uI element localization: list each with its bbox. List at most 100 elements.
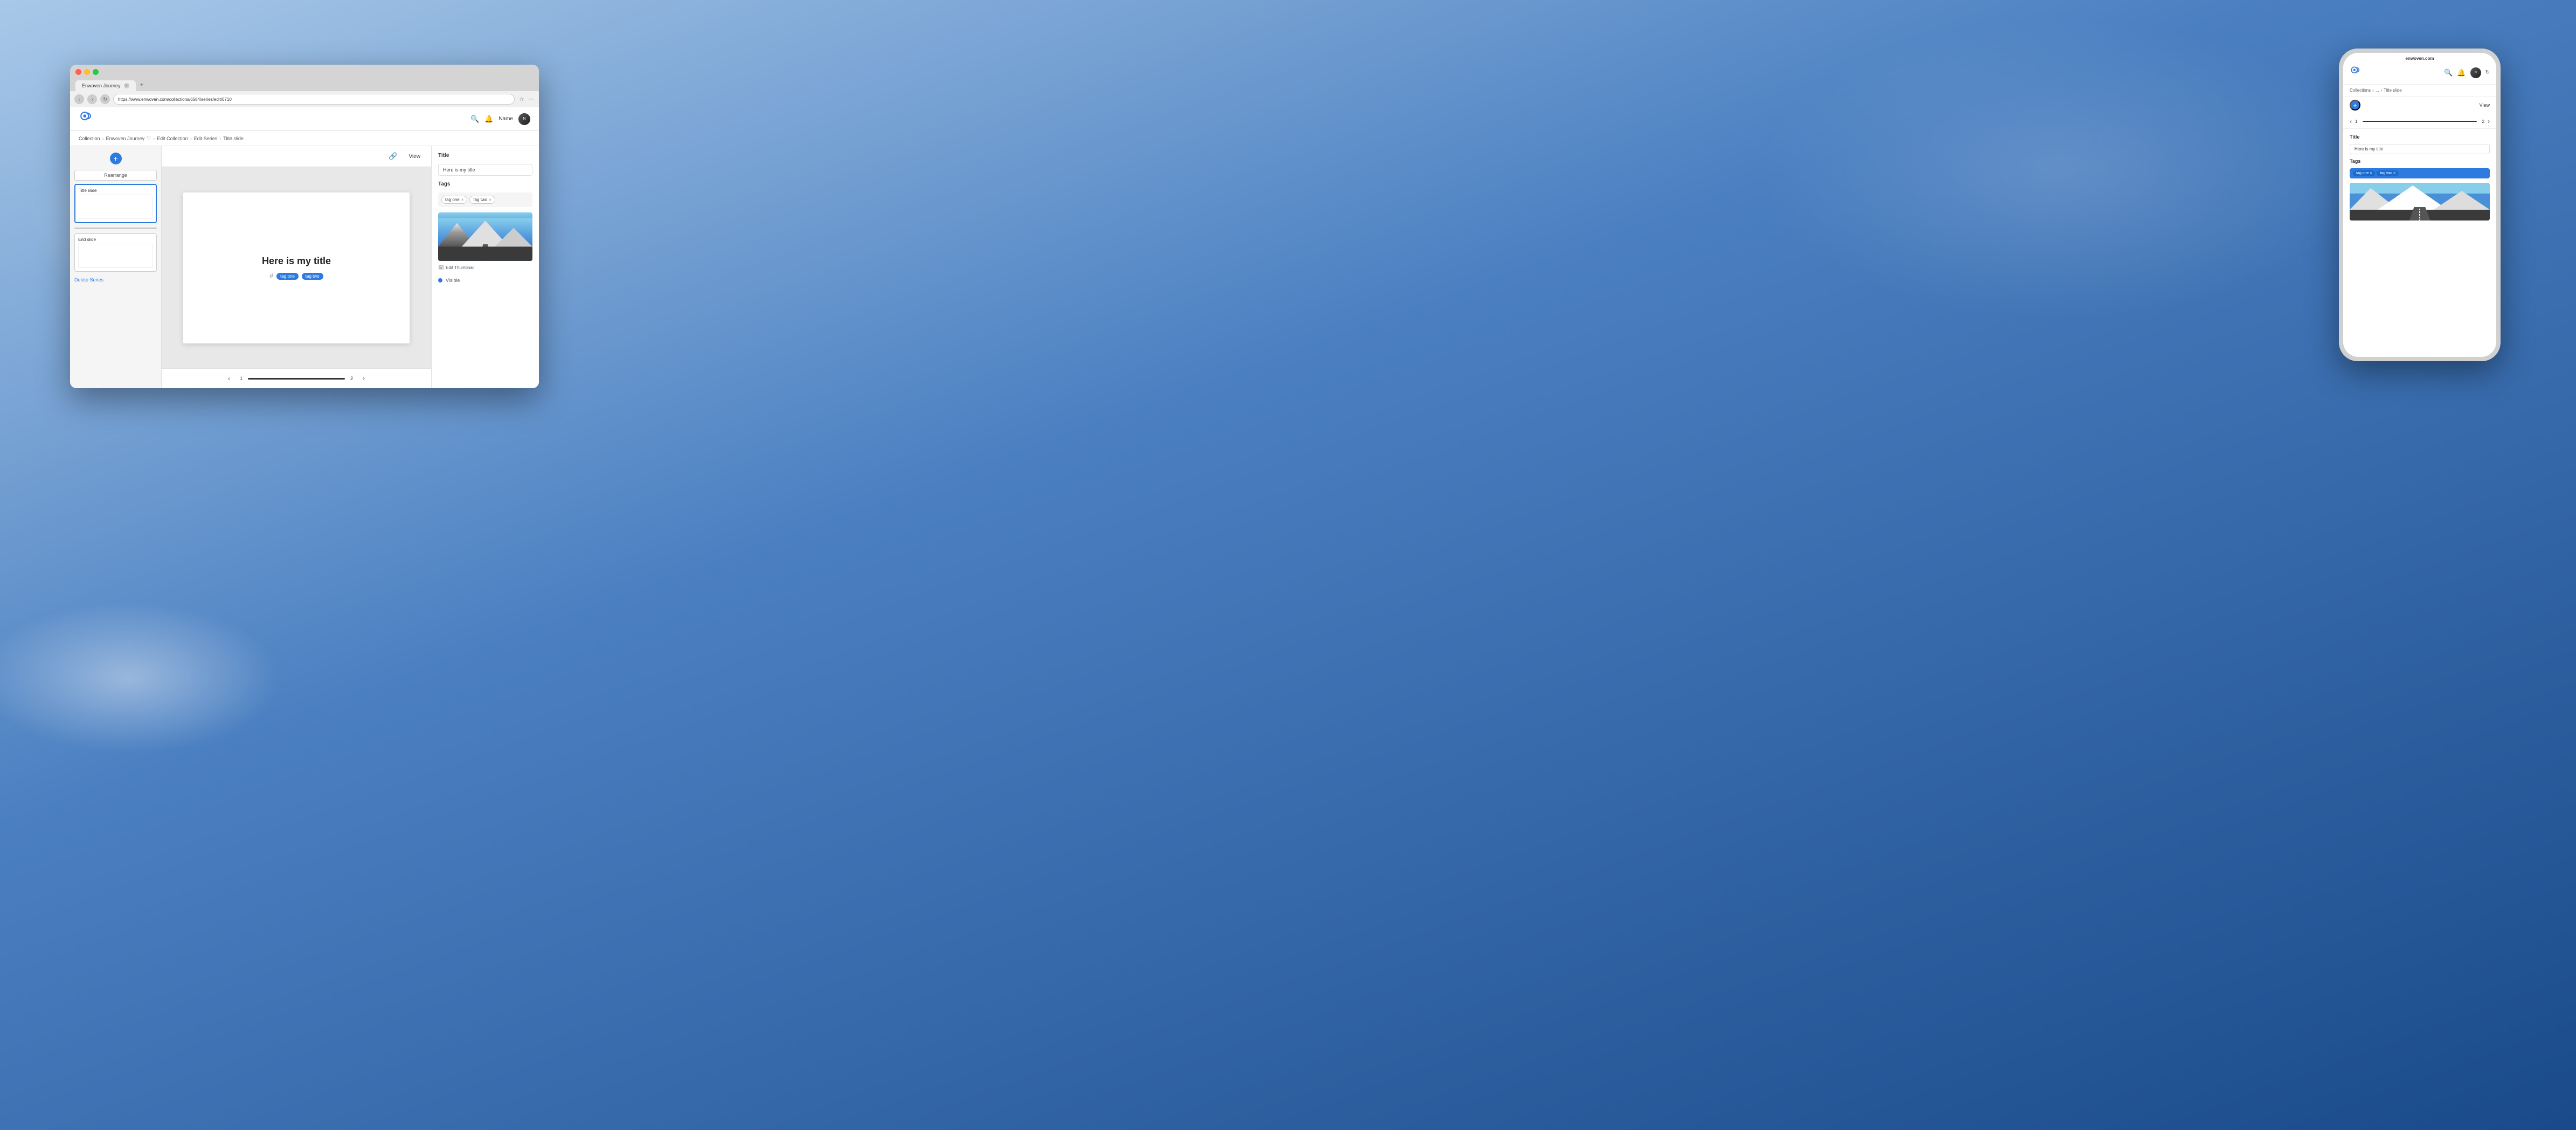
delete-series-link[interactable]: Delete Series xyxy=(74,275,157,285)
slide-tag-2: tag two xyxy=(302,273,323,280)
phone-tag-2: tag two × xyxy=(2377,170,2399,176)
canvas-toolbar: 🔗 View xyxy=(162,146,431,167)
tag-2-remove[interactable]: × xyxy=(489,197,491,202)
address-bar[interactable]: https://www.enwoven.com/collections/6584… xyxy=(113,94,515,105)
breadcrumb-edit-series[interactable]: Edit Series xyxy=(194,136,218,141)
link-icon-btn[interactable]: 🔗 xyxy=(386,149,400,163)
bookmark-icon[interactable]: ☆ xyxy=(518,95,525,103)
breadcrumb-collection[interactable]: Collection xyxy=(79,136,100,141)
user-name: Name xyxy=(498,116,513,122)
bell-icon[interactable]: 🔔 xyxy=(484,115,493,123)
phone-breadcrumb: Collections › ... › Title slide xyxy=(2343,85,2496,97)
user-avatar: N xyxy=(518,113,530,125)
canvas-area: 🔗 View Here is my title # tag one tag tw… xyxy=(162,146,431,388)
slide-tag-1: tag one xyxy=(276,273,299,280)
breadcrumb-sep-4: › xyxy=(219,136,221,141)
phone-inner: enwoven.com 🔍 🔔 N ↻ Collections › ... xyxy=(2343,53,2496,357)
phone-title-input[interactable] xyxy=(2350,144,2490,154)
phone-thumbnail xyxy=(2350,183,2490,221)
browser-tab-active[interactable]: Enwoven Journey × xyxy=(75,80,136,91)
phone-breadcrumb-ellipsis: ... xyxy=(2376,88,2379,93)
phone-breadcrumb-collections[interactable]: Collections xyxy=(2350,88,2371,93)
image-icon: 🖼 xyxy=(438,265,444,270)
hash-icon: # xyxy=(269,272,273,280)
breadcrumb-edit-collection[interactable]: Edit Collection xyxy=(157,136,188,141)
forward-btn[interactable]: › xyxy=(87,94,97,104)
tag-1-text: tag one xyxy=(445,197,460,202)
toolbar-icons: ☆ ⋯ xyxy=(518,95,535,103)
phone-search-icon[interactable]: 🔍 xyxy=(2444,68,2453,77)
dot-minimize[interactable] xyxy=(84,69,90,75)
breadcrumb-title-slide[interactable]: Title slide xyxy=(223,136,244,141)
slide-scrollbar xyxy=(74,228,157,229)
tab-close-btn[interactable]: × xyxy=(124,83,129,88)
edit-thumbnail-btn[interactable]: 🖼 Edit Thumbnail xyxy=(438,263,532,272)
tag-1-remove[interactable]: × xyxy=(461,197,464,202)
phone-add-btn[interactable]: + xyxy=(2350,100,2360,111)
next-page-btn[interactable]: › xyxy=(358,373,369,384)
visible-dot xyxy=(438,278,442,282)
breadcrumb-sep-3: › xyxy=(190,136,192,141)
add-slide-button[interactable]: + xyxy=(110,153,122,164)
browser-chrome: Enwoven Journey × + xyxy=(70,65,539,91)
slide-title: Here is my title xyxy=(262,256,331,267)
canvas-main: Here is my title # tag one tag two xyxy=(162,167,431,368)
app-content: 🔍 🔔 Name N Collection › Enwoven Journey … xyxy=(70,107,539,388)
phone-logo xyxy=(2350,65,2362,80)
slide-2-thumbnail xyxy=(78,244,153,268)
rearrange-button[interactable]: Rearrange xyxy=(74,170,157,181)
tags-container: tag one × tag two × xyxy=(438,192,532,207)
breadcrumb-sep-2: › xyxy=(153,136,155,141)
slide-canvas: Here is my title # tag one tag two xyxy=(183,192,410,343)
app-logo xyxy=(79,110,94,128)
slide-1-label: Title slide xyxy=(79,188,153,193)
breadcrumb-enwoven-journey[interactable]: Enwoven Journey xyxy=(106,136,145,141)
breadcrumb: Collection › Enwoven Journey ♡ › Edit Co… xyxy=(70,131,539,146)
phone-tag-2-text: tag two xyxy=(2380,171,2392,175)
url-text: https://www.enwoven.com/collections/6584… xyxy=(118,97,232,102)
dot-maximize[interactable] xyxy=(93,69,99,75)
phone-tag-2-remove[interactable]: × xyxy=(2393,171,2395,175)
prev-page-btn[interactable]: ‹ xyxy=(224,373,234,384)
heart-icon: ♡ xyxy=(147,135,151,141)
phone-tags-label: Tags xyxy=(2350,159,2490,164)
tab-title: Enwoven Journey xyxy=(82,83,121,88)
tag-chip-1: tag one × xyxy=(441,196,467,204)
title-input[interactable] xyxy=(438,164,532,176)
phone-refresh-icon[interactable]: ↻ xyxy=(2485,70,2490,75)
title-section-label: Title xyxy=(438,153,532,159)
slide-item-1[interactable]: Title slide 1 xyxy=(74,184,157,223)
browser-toolbar: ‹ › ↻ https://www.enwoven.com/collection… xyxy=(70,91,539,107)
phone-prev-btn[interactable]: ‹ xyxy=(2350,118,2352,125)
browser-dots xyxy=(75,69,534,75)
phone-header: 🔍 🔔 N ↻ xyxy=(2343,63,2496,85)
tags-section-label: Tags xyxy=(438,181,532,187)
phone-tag-1-remove[interactable]: × xyxy=(2370,171,2372,175)
phone-tag-1: tag one × xyxy=(2353,170,2375,176)
dot-close[interactable] xyxy=(75,69,81,75)
phone-bell-icon[interactable]: 🔔 xyxy=(2457,68,2466,77)
app-header: 🔍 🔔 Name N xyxy=(70,107,539,131)
phone-next-btn[interactable]: › xyxy=(2488,118,2490,125)
page-current: 1 xyxy=(240,376,243,381)
edit-thumbnail-label: Edit Thumbnail xyxy=(446,265,474,270)
back-btn[interactable]: ‹ xyxy=(74,94,84,104)
add-btn-row: + xyxy=(74,150,157,167)
slide-2-label: End slide xyxy=(78,237,153,242)
phone-status-bar: enwoven.com xyxy=(2343,53,2496,63)
search-icon[interactable]: 🔍 xyxy=(470,115,479,123)
new-tab-btn[interactable]: + xyxy=(136,78,148,91)
slide-item-2[interactable]: End slide 2 xyxy=(74,233,157,272)
phone-breadcrumb-title-slide: Title slide xyxy=(2384,88,2402,93)
main-layout: + Rearrange Title slide 1 End slide 2 De… xyxy=(70,146,539,388)
reader-icon[interactable]: ⋯ xyxy=(527,95,535,103)
phone-tag-1-text: tag one xyxy=(2356,171,2369,175)
tag-chip-2: tag two × xyxy=(469,196,495,204)
left-sidebar: + Rearrange Title slide 1 End slide 2 De… xyxy=(70,146,162,388)
view-button[interactable]: View xyxy=(405,151,425,162)
refresh-btn[interactable]: ↻ xyxy=(100,94,110,104)
phone-domain: enwoven.com xyxy=(2406,56,2434,61)
phone-progress-bar xyxy=(2363,121,2476,122)
phone-view-btn[interactable]: View xyxy=(2480,102,2490,108)
visible-row: Visible xyxy=(438,278,532,283)
